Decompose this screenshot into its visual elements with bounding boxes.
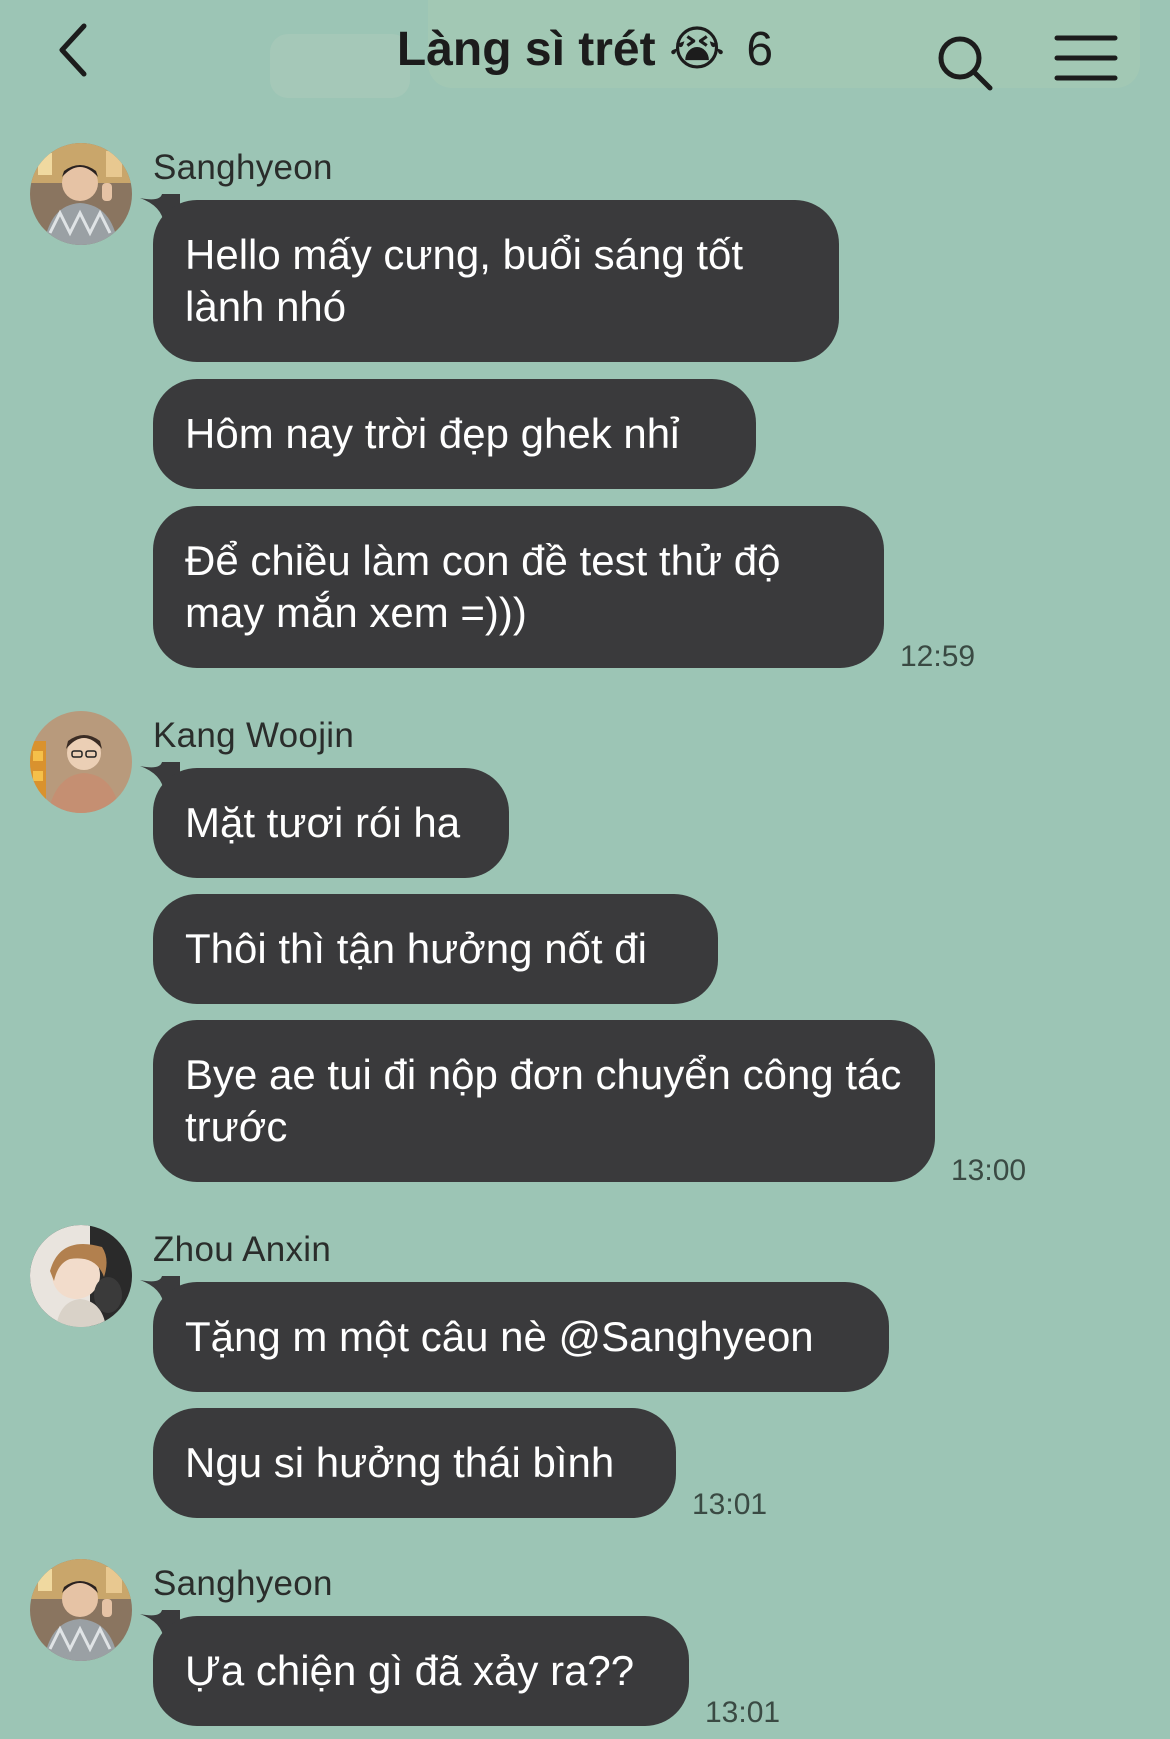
message-bubble[interactable]: Để chiều làm con đề test thử độ may mắn … <box>153 506 884 668</box>
sender-name: Zhou Anxin <box>153 1230 332 1269</box>
message-text: Ựa chiện gì đã xảy ra?? <box>185 1647 635 1694</box>
message-text: Tặng m một câu nè @Sanghyeon <box>185 1313 814 1360</box>
message-bubble[interactable]: Tặng m một câu nè @Sanghyeon <box>153 1282 889 1392</box>
sender-name: Sanghyeon <box>153 1564 333 1603</box>
message-bubble[interactable]: Hello mấy cưng, buổi sáng tốt lành nhó <box>153 200 839 362</box>
avatar-zhou-anxin[interactable] <box>30 1225 132 1327</box>
message-text: Hello mấy cưng, buổi sáng tốt lành nhó <box>185 231 744 330</box>
message-bubble[interactable]: Hôm nay trời đẹp ghek nhỉ <box>153 379 756 489</box>
message-timestamp: 12:59 <box>900 640 976 673</box>
message-text: Thôi thì tận hưởng nốt đi <box>185 925 647 972</box>
avatar-image <box>30 1225 132 1327</box>
avatar-image <box>30 143 132 245</box>
chat-title-text: Làng sì trét <box>396 23 656 76</box>
menu-button[interactable] <box>1050 28 1120 98</box>
avatar-kang-woojin[interactable] <box>30 711 132 813</box>
avatar-sanghyeon[interactable] <box>30 1559 132 1661</box>
message-bubble[interactable]: Bye ae tui đi nộp đơn chuyển công tác tr… <box>153 1020 935 1182</box>
avatar-image <box>30 711 132 813</box>
chat-screen: Làng sì trét 😭 6 Sanghyeon Hello mấy cưn… <box>0 0 1170 1739</box>
message-timestamp: 13:01 <box>692 1488 768 1521</box>
message-bubble[interactable]: Mặt tươi rói ha <box>153 768 509 878</box>
sender-name: Sanghyeon <box>153 148 333 187</box>
search-button[interactable] <box>930 28 1000 98</box>
crying-face-emoji: 😭 <box>668 23 726 76</box>
message-text: Bye ae tui đi nộp đơn chuyển công tác tr… <box>185 1051 902 1150</box>
avatar-sanghyeon[interactable] <box>30 143 132 245</box>
member-count: 6 <box>746 23 774 76</box>
chat-header: Làng sì trét 😭 6 <box>0 0 1170 120</box>
message-text: Hôm nay trời đẹp ghek nhỉ <box>185 410 680 457</box>
hamburger-menu-icon <box>1054 35 1118 81</box>
message-timestamp: 13:01 <box>705 1696 781 1729</box>
message-bubble[interactable]: Ựa chiện gì đã xảy ra?? <box>153 1616 689 1726</box>
message-timestamp: 13:00 <box>951 1154 1027 1187</box>
message-bubble[interactable]: Thôi thì tận hưởng nốt đi <box>153 894 718 1004</box>
message-text: Ngu si hưởng thái bình <box>185 1439 615 1486</box>
sender-name: Kang Woojin <box>153 716 355 755</box>
message-bubble[interactable]: Ngu si hưởng thái bình <box>153 1408 676 1518</box>
message-text: Mặt tươi rói ha <box>185 799 461 846</box>
message-text: Để chiều làm con đề test thử độ may mắn … <box>185 537 781 636</box>
search-icon <box>938 36 993 91</box>
avatar-image <box>30 1559 132 1661</box>
